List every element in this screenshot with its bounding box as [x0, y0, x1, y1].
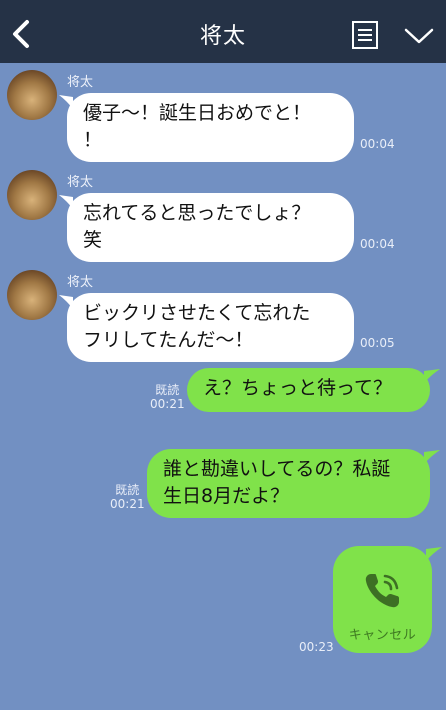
- chat-header: 将太: [0, 0, 446, 63]
- avatar[interactable]: [7, 170, 57, 220]
- chat-title: 将太: [199, 24, 246, 49]
- chevron-down-icon[interactable]: [403, 24, 435, 48]
- read-receipt: 既読 00:21: [150, 383, 185, 411]
- notes-icon[interactable]: [351, 20, 379, 50]
- avatar[interactable]: [7, 270, 57, 320]
- message-bubble-incoming[interactable]: 優子〜！誕生日おめでと！ ！: [67, 93, 354, 162]
- phone-icon: [365, 574, 399, 608]
- read-status: 既読: [115, 483, 140, 497]
- bubble-tail: [424, 450, 440, 464]
- message-time: 00:21: [110, 497, 145, 511]
- call-cancelled-bubble[interactable]: キャンセル: [333, 546, 432, 653]
- message-bubble-outgoing[interactable]: え？ちょっと待って？: [187, 368, 430, 412]
- message-line: 優子〜！誕生日おめでと！: [83, 102, 312, 124]
- message-bubble-incoming[interactable]: ビックリさせたくて忘れた フリしてたんだ〜！: [67, 293, 354, 362]
- message-bubble-outgoing[interactable]: 誰と勘違いしてるの？私誕 生日8月だよ？: [147, 449, 430, 518]
- read-status: 既読: [155, 383, 180, 397]
- bubble-tail: [426, 547, 442, 561]
- message-line: 誰と勘違いしてるの？私誕: [163, 458, 391, 480]
- call-time: 00:23: [299, 640, 334, 654]
- avatar[interactable]: [7, 70, 57, 120]
- message-line: ！: [83, 129, 103, 151]
- sender-name: 将太: [67, 275, 94, 290]
- message-time: 00:04: [360, 137, 395, 151]
- message-time: 00:21: [150, 397, 185, 411]
- message-line: ビックリさせたくて忘れた: [83, 302, 311, 324]
- message-time: 00:04: [360, 237, 395, 251]
- sender-name: 将太: [67, 175, 94, 190]
- message-line: 笑: [83, 229, 103, 251]
- message-line: 忘れてると思ったでしょ？: [83, 202, 311, 224]
- sender-name: 将太: [67, 75, 94, 90]
- message-bubble-incoming[interactable]: 忘れてると思ったでしょ？ 笑: [67, 193, 354, 262]
- message-line: え？ちょっと待って？: [203, 377, 393, 399]
- call-label: キャンセル: [348, 628, 417, 643]
- read-receipt: 既読 00:21: [110, 483, 145, 511]
- message-line: フリしてたんだ〜！: [83, 329, 254, 351]
- message-time: 00:05: [360, 336, 395, 350]
- message-line: 生日8月だよ？: [163, 485, 290, 507]
- bubble-tail: [424, 369, 440, 383]
